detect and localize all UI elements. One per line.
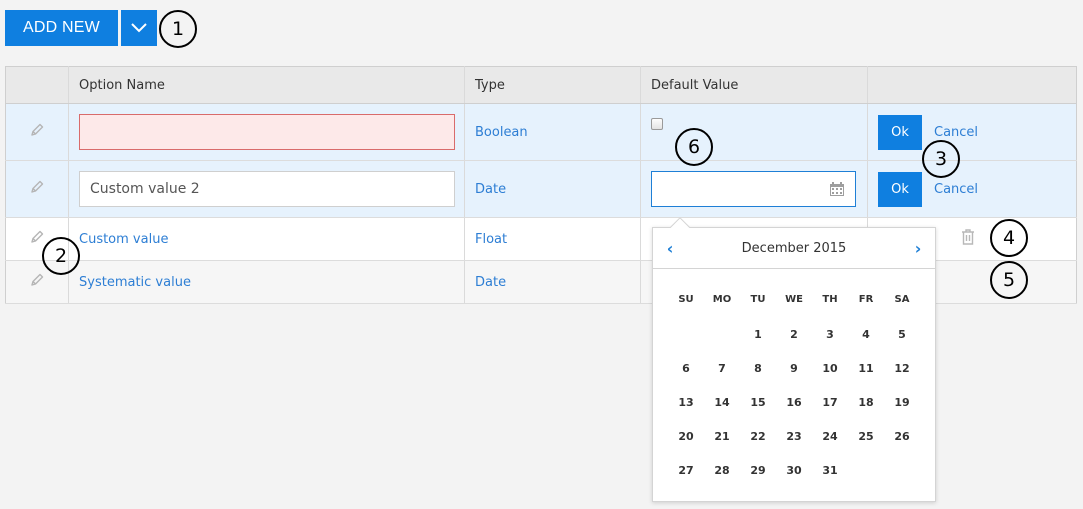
- weekday-label: SU: [678, 294, 694, 305]
- weekday-header-row: SU MO TU WE TH FR SA: [668, 294, 920, 328]
- trash-icon[interactable]: [960, 228, 976, 246]
- calendar-day[interactable]: 31: [812, 464, 848, 477]
- option-name-input[interactable]: [79, 171, 455, 207]
- calendar-day[interactable]: 10: [812, 362, 848, 375]
- chevron-down-icon: [131, 23, 147, 33]
- calendar-day[interactable]: 1: [740, 328, 776, 341]
- table-row: Boolean Ok Cancel: [5, 103, 1077, 161]
- datepicker-header: ‹ December 2015 ›: [653, 228, 935, 269]
- chevron-right-icon[interactable]: ›: [911, 239, 925, 258]
- column-header-option-name: Option Name: [68, 66, 465, 104]
- cancel-link[interactable]: Cancel: [934, 125, 978, 140]
- calendar-day[interactable]: 21: [704, 430, 740, 443]
- calendar-week-row: 27 28 29 30 31: [668, 464, 920, 498]
- calendar-day[interactable]: 23: [776, 430, 812, 443]
- calendar-day[interactable]: 30: [776, 464, 812, 477]
- add-new-button[interactable]: ADD NEW: [5, 10, 118, 46]
- callout-marker: 1: [159, 10, 197, 48]
- callout-marker: 6: [675, 128, 713, 166]
- calendar-day[interactable]: 3: [812, 328, 848, 341]
- calendar-day[interactable]: 4: [848, 328, 884, 341]
- datepicker-popup: ‹ December 2015 › SU MO TU WE TH FR SA 1…: [652, 217, 936, 502]
- calendar-day[interactable]: 14: [704, 396, 740, 409]
- calendar-day[interactable]: 26: [884, 430, 920, 443]
- calendar-day[interactable]: 28: [704, 464, 740, 477]
- calendar-day[interactable]: 12: [884, 362, 920, 375]
- weekday-label: WE: [785, 294, 803, 305]
- weekday-label: TH: [822, 294, 838, 305]
- ok-button[interactable]: Ok: [878, 114, 922, 150]
- calendar-day[interactable]: 19: [884, 396, 920, 409]
- table-header-row: Option Name Type Default Value: [5, 66, 1077, 104]
- column-header-type: Type: [464, 66, 641, 104]
- table-row: Date Ok Cancel: [5, 160, 1077, 218]
- calendar-day[interactable]: 8: [740, 362, 776, 375]
- column-header-actions: [867, 66, 1077, 104]
- calendar-day[interactable]: 15: [740, 396, 776, 409]
- type-link[interactable]: Float: [475, 232, 507, 247]
- calendar-day[interactable]: 29: [740, 464, 776, 477]
- weekday-label: SA: [894, 294, 910, 305]
- calendar-day[interactable]: 5: [884, 328, 920, 341]
- datepicker-calendar-grid: SU MO TU WE TH FR SA 1 2 3 4 5 6 7 8 9 10 11 12 13 14…: [668, 294, 920, 498]
- calendar-week-row: 12345: [668, 328, 920, 362]
- calendar-icon[interactable]: [829, 181, 845, 197]
- chevron-left-icon[interactable]: ‹: [663, 239, 677, 258]
- option-name-link[interactable]: Systematic value: [79, 275, 191, 290]
- callout-marker: 5: [990, 261, 1028, 299]
- calendar-week-row: 6 7 8 9 10 11 12: [668, 362, 920, 396]
- calendar-week-row: 20 21 22 23 24 25 26: [668, 430, 920, 464]
- datepicker-month-title[interactable]: December 2015: [742, 241, 847, 256]
- toolbar: ADD NEW: [5, 10, 157, 46]
- column-header-edit: [5, 66, 69, 104]
- default-value-date-input[interactable]: [651, 171, 856, 207]
- type-link[interactable]: Date: [475, 275, 506, 290]
- cancel-link[interactable]: Cancel: [934, 182, 978, 197]
- ok-button[interactable]: Ok: [878, 171, 922, 207]
- calendar-day[interactable]: 13: [668, 396, 704, 409]
- pencil-icon[interactable]: [29, 122, 45, 138]
- calendar-day[interactable]: 6: [668, 362, 704, 375]
- calendar-week-row: 13 14 15 16 17 18 19: [668, 396, 920, 430]
- weekday-label: FR: [858, 294, 874, 305]
- add-new-dropdown-button[interactable]: [121, 10, 157, 46]
- type-link[interactable]: Boolean: [475, 125, 528, 140]
- calendar-day[interactable]: 16: [776, 396, 812, 409]
- calendar-day[interactable]: 24: [812, 430, 848, 443]
- calendar-day[interactable]: 17: [812, 396, 848, 409]
- callout-marker: 2: [42, 237, 80, 275]
- calendar-day[interactable]: 9: [776, 362, 812, 375]
- calendar-day[interactable]: 7: [704, 362, 740, 375]
- weekday-label: MO: [712, 294, 732, 305]
- calendar-day[interactable]: 11: [848, 362, 884, 375]
- option-name-link[interactable]: Custom value: [79, 232, 168, 247]
- pencil-icon[interactable]: [29, 229, 45, 245]
- calendar-day[interactable]: 25: [848, 430, 884, 443]
- calendar-day[interactable]: 18: [848, 396, 884, 409]
- pencil-icon[interactable]: [29, 272, 45, 288]
- weekday-label: TU: [750, 294, 766, 305]
- calendar-day[interactable]: 27: [668, 464, 704, 477]
- type-link[interactable]: Date: [475, 182, 506, 197]
- pencil-icon[interactable]: [29, 179, 45, 195]
- calendar-day[interactable]: 20: [668, 430, 704, 443]
- calendar-day[interactable]: 22: [740, 430, 776, 443]
- calendar-day[interactable]: 2: [776, 328, 812, 341]
- callout-marker: 3: [922, 140, 960, 178]
- option-name-input[interactable]: [79, 114, 455, 150]
- column-header-default-value: Default Value: [640, 66, 868, 104]
- callout-marker: 4: [990, 219, 1028, 257]
- default-value-checkbox[interactable]: [651, 118, 663, 130]
